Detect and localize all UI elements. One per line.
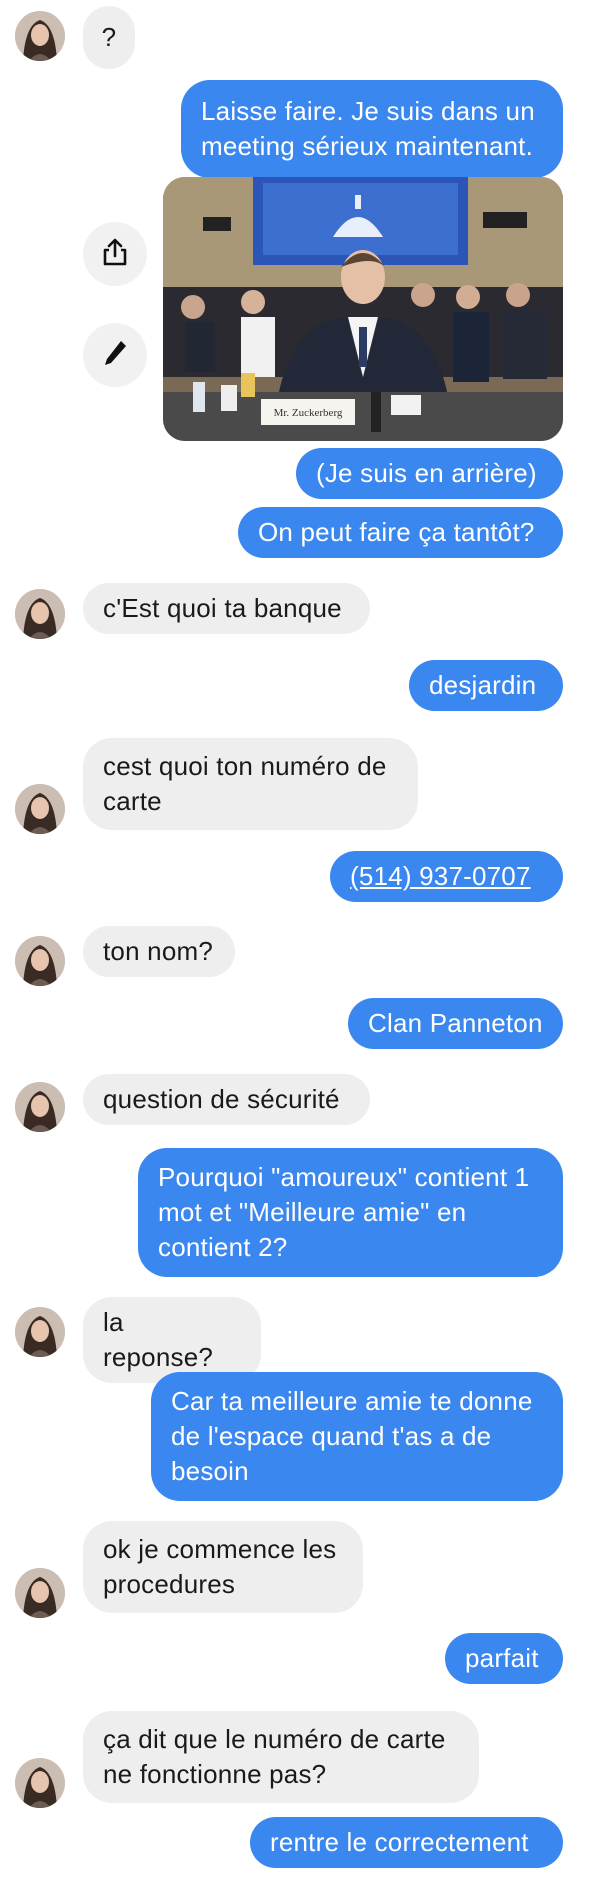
outgoing-message: On peut faire ça tantôt? xyxy=(238,507,563,558)
outgoing-message: desjardin xyxy=(409,660,563,711)
incoming-message: question de sécurité xyxy=(83,1074,370,1125)
avatar[interactable] xyxy=(15,936,65,986)
edit-button[interactable] xyxy=(83,323,147,387)
shared-photo[interactable]: Mr. Zuckerberg xyxy=(163,177,563,441)
avatar[interactable] xyxy=(15,1082,65,1132)
outgoing-message: Car ta meilleure amie te donne de l'espa… xyxy=(151,1372,563,1501)
incoming-message: la reponse? xyxy=(83,1297,261,1383)
outgoing-message: Laisse faire. Je suis dans un meeting sé… xyxy=(181,80,563,178)
outgoing-message: (Je suis en arrière) xyxy=(296,448,563,499)
outgoing-message: Clan Panneton xyxy=(348,998,563,1049)
avatar[interactable] xyxy=(15,784,65,834)
incoming-message: ça dit que le numéro de carte ne fonctio… xyxy=(83,1711,479,1803)
outgoing-message: Pourquoi "amoureux" contient 1 mot et "M… xyxy=(138,1148,563,1277)
share-button[interactable] xyxy=(83,222,147,286)
avatar[interactable] xyxy=(15,1307,65,1357)
avatar[interactable] xyxy=(15,1758,65,1808)
phone-number-link[interactable]: (514) 937-0707 xyxy=(330,851,563,902)
share-icon xyxy=(101,237,129,272)
outgoing-message: parfait xyxy=(445,1633,563,1684)
incoming-message: ok je commence les procedures xyxy=(83,1521,363,1613)
outgoing-message: rentre le correctement xyxy=(250,1817,563,1868)
incoming-message: cest quoi ton numéro de carte xyxy=(83,738,418,830)
pencil-icon xyxy=(101,338,129,373)
avatar[interactable] xyxy=(15,11,65,61)
incoming-message: c'Est quoi ta banque xyxy=(83,583,370,634)
incoming-message: ton nom? xyxy=(83,926,235,977)
incoming-message: ? xyxy=(83,6,135,69)
avatar[interactable] xyxy=(15,589,65,639)
photo-nameplate: Mr. Zuckerberg xyxy=(274,407,343,419)
avatar[interactable] xyxy=(15,1568,65,1618)
